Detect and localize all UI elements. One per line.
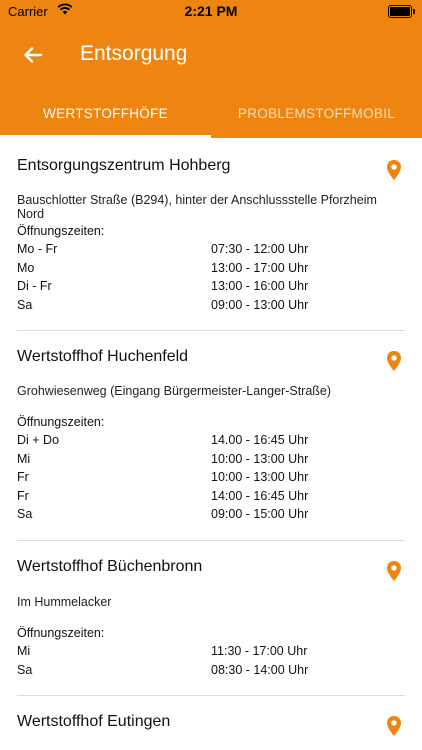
hours-row: Fr 10:00 - 13:00 Uhr [17, 468, 405, 487]
location-card[interactable]: Wertstoffhof Eutingen [17, 696, 405, 750]
status-bar: Carrier 2:21 PM [0, 0, 422, 22]
location-address: Bauschlotter Straße (B294), hinter der A… [17, 193, 377, 221]
location-list[interactable]: Entsorgungszentrum Hohberg Bauschlotter … [0, 138, 422, 750]
hours-row: Sa 08:30 - 14:00 Uhr [17, 661, 405, 680]
location-card[interactable]: Entsorgungszentrum Hohberg Bauschlotter … [17, 138, 405, 331]
back-arrow-icon[interactable] [22, 44, 44, 66]
map-pin-icon[interactable] [386, 159, 402, 181]
location-card[interactable]: Wertstoffhof Büchenbronn Im Hummelacker … [17, 541, 405, 696]
hours-time: 10:00 - 13:00 Uhr [211, 451, 309, 466]
hours-table: Mi 11:30 - 17:00 Uhr Sa 08:30 - 14:00 Uhr [17, 642, 405, 679]
hours-row: Mo - Fr 07:30 - 12:00 Uhr [17, 240, 405, 259]
hours-day: Sa [17, 662, 33, 677]
page-title: Entsorgung [80, 42, 188, 65]
location-address: Grohwiesenweg (Eingang Bürgermeister-Lan… [17, 384, 332, 398]
location-name: Wertstoffhof Büchenbronn [17, 558, 203, 575]
hours-day: Mi [17, 451, 31, 466]
map-pin-icon[interactable] [386, 350, 402, 372]
hours-row: Sa 09:00 - 13:00 Uhr [17, 296, 405, 315]
hours-day: Mo - Fr [17, 242, 58, 256]
hours-time: 13:00 - 17:00 Uhr [211, 260, 309, 275]
hours-row: Mi 11:30 - 17:00 Uhr [17, 642, 405, 661]
location-name: Wertstoffhof Eutingen [17, 713, 171, 730]
clock: 2:21 PM [184, 3, 238, 19]
hours-row: Sa 09:00 - 15:00 Uhr [17, 505, 405, 524]
location-card[interactable]: Wertstoffhof Huchenfeld Grohwiesenweg (E… [17, 331, 405, 541]
hours-day: Di - Fr [17, 279, 52, 293]
location-name: Entsorgungszentrum Hohberg [17, 157, 231, 174]
hours-row: Mi 10:00 - 13:00 Uhr [17, 450, 405, 469]
hours-row: Di - Fr 13:00 - 16:00 Uhr [17, 277, 405, 296]
hours-table: Di + Do 14.00 - 16:45 Uhr Mi 10:00 - 13:00… [17, 431, 405, 524]
tab-bar: WERTSTOFFHÖFE PROBLEMSTOFFMOBIL [0, 88, 422, 138]
map-pin-icon[interactable] [386, 560, 402, 582]
battery-icon [388, 5, 415, 18]
hours-time: 10:00 - 13:00 Uhr [211, 470, 309, 484]
hours-day: Di + Do [17, 433, 60, 447]
hours-label: Öffnungszeiten: [17, 415, 105, 429]
hours-time: 11:30 - 17:00 Uhr [211, 644, 308, 658]
hours-label: Öffnungszeiten: [17, 626, 105, 640]
hours-day: Mi [17, 644, 31, 658]
location-name: Wertstoffhof Huchenfeld [17, 348, 189, 365]
app-bar: Entsorgung [0, 22, 422, 88]
hours-day: Fr [17, 470, 29, 484]
location-address: Im Hummelacker [17, 595, 112, 609]
hours-row: Fr 14:00 - 16:45 Uhr [17, 487, 405, 506]
tab-wertstoffhoefe[interactable]: WERTSTOFFHÖFE [0, 88, 211, 138]
hours-day: Mo [17, 260, 35, 275]
hours-table: Mo - Fr 07:30 - 12:00 Uhr Mo 13:00 - 17:00… [17, 240, 405, 314]
hours-row: Mo 13:00 - 17:00 Uhr [17, 259, 405, 278]
hours-time: 09:00 - 15:00 Uhr [211, 507, 309, 521]
hours-day: Sa [17, 297, 33, 312]
hours-time: 08:30 - 14:00 Uhr [211, 662, 309, 677]
hours-day: Sa [17, 507, 33, 521]
hours-time: 07:30 - 12:00 Uhr [211, 242, 309, 256]
hours-label: Öffnungszeiten: [17, 224, 105, 238]
hours-time: 14.00 - 16:45 Uhr [211, 433, 309, 447]
hours-day: Fr [17, 488, 29, 503]
hours-time: 09:00 - 13:00 Uhr [211, 297, 309, 312]
hours-time: 13:00 - 16:00 Uhr [211, 279, 309, 293]
hours-time: 14:00 - 16:45 Uhr [211, 488, 309, 503]
hours-row: Di + Do 14.00 - 16:45 Uhr [17, 431, 405, 450]
tab-problemstoffmobil[interactable]: PROBLEMSTOFFMOBIL [211, 88, 422, 138]
map-pin-icon[interactable] [386, 715, 402, 737]
